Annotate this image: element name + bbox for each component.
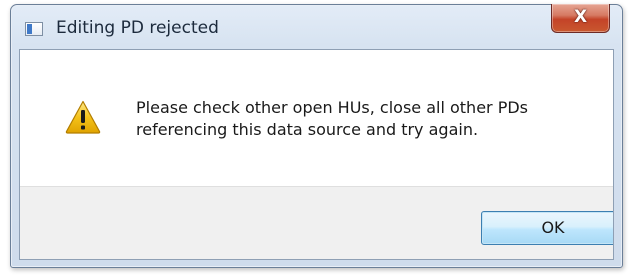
message-text: Please check other open HUs, close all o… — [136, 97, 606, 141]
close-icon: X — [573, 7, 588, 27]
message-line: referencing this data source and try aga… — [136, 120, 479, 139]
message-area: Please check other open HUs, close all o… — [20, 50, 613, 186]
close-button[interactable]: X — [551, 4, 610, 33]
message-line: Please check other open HUs, close all o… — [136, 98, 529, 117]
title-bar[interactable]: Editing PD rejected X — [11, 4, 622, 49]
application-window-icon — [25, 22, 43, 36]
button-bar: OK — [20, 186, 613, 259]
dialog-body: Please check other open HUs, close all o… — [19, 49, 614, 260]
warning-triangle-icon — [65, 100, 101, 134]
dialog-title: Editing PD rejected — [56, 18, 219, 38]
dialog-window: Editing PD rejected X Please check other… — [10, 4, 623, 268]
ok-button[interactable]: OK — [481, 211, 613, 245]
